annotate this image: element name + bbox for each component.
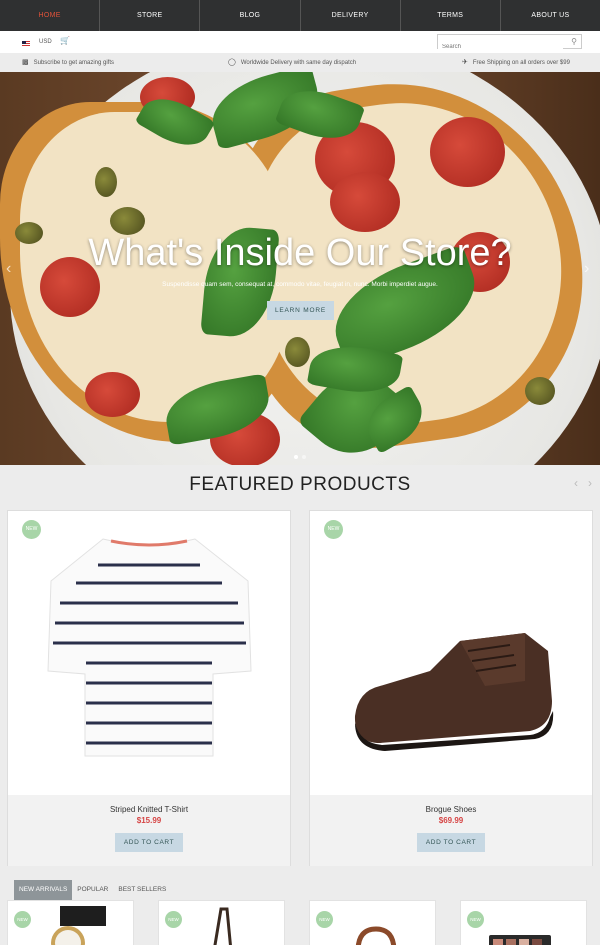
mini-product-card[interactable]: NEW bbox=[158, 900, 285, 945]
hero-subtitle: Suspendisse quam sem, consequat at, comm… bbox=[162, 281, 438, 288]
new-badge: NEW bbox=[14, 911, 31, 928]
featured-next-icon[interactable]: › bbox=[588, 476, 592, 490]
product-price: $69.99 bbox=[438, 816, 464, 825]
slider-prev-icon[interactable]: ‹ bbox=[6, 260, 11, 278]
search-icon[interactable]: ⚲ bbox=[571, 37, 577, 46]
add-to-cart-button[interactable]: ADD TO CART bbox=[417, 833, 485, 852]
new-badge: NEW bbox=[316, 911, 333, 928]
tab-best-sellers[interactable]: BEST SELLERS bbox=[113, 880, 171, 900]
product-name[interactable]: Striped Knitted T-Shirt bbox=[8, 805, 290, 814]
slider-dot[interactable] bbox=[302, 455, 306, 459]
product-image-shoes[interactable] bbox=[310, 511, 592, 795]
learn-more-button[interactable]: LEARN MORE bbox=[267, 301, 334, 320]
shipping-info: ✈ Free Shipping on all orders over $99 bbox=[462, 58, 570, 66]
tab-new-arrivals[interactable]: NEW ARRIVALS bbox=[14, 880, 73, 900]
cart-icon[interactable]: 🛒 bbox=[60, 36, 70, 45]
shipping-text: Free Shipping on all orders over $99 bbox=[472, 60, 570, 66]
tab-popular[interactable]: POPULAR bbox=[72, 880, 113, 900]
search-box: ⚲ bbox=[437, 34, 582, 54]
nav-delivery[interactable]: DELIVERY bbox=[301, 0, 401, 31]
product-footer: Striped Knitted T-Shirt $15.99 ADD TO CA… bbox=[8, 795, 290, 866]
delivery-info: ◯ Worldwide Delivery with same day dispat… bbox=[228, 58, 356, 66]
mini-product-card[interactable]: NEW bbox=[7, 900, 134, 945]
product-card[interactable]: NEW Brogue Shoes $69.99 ADD TO CART bbox=[309, 510, 593, 866]
delivery-text: Worldwide Delivery with same day dispatc… bbox=[240, 60, 357, 66]
product-footer: Brogue Shoes $69.99 ADD TO CART bbox=[310, 795, 592, 866]
new-badge: NEW bbox=[324, 520, 343, 539]
slider-dot-active[interactable] bbox=[294, 455, 298, 459]
hero-slider: What's Inside Our Store? Suspendisse qua… bbox=[0, 72, 600, 465]
plane-icon: ✈ bbox=[462, 59, 468, 66]
featured-products-title: FEATURED PRODUCTS bbox=[189, 474, 411, 495]
subscribe-info: ▩ Subscribe to get amazing gifts bbox=[22, 58, 114, 66]
lock-icon: ▩ bbox=[22, 59, 29, 66]
product-price: $15.99 bbox=[136, 816, 162, 825]
tshirt-image bbox=[47, 538, 252, 757]
nav-home[interactable]: HOME bbox=[0, 0, 101, 31]
product-card[interactable]: NEW Striped Knitted T-Shirt $15.99 ADD T… bbox=[7, 510, 291, 866]
new-badge: NEW bbox=[165, 911, 182, 928]
product-tabs: NEW ARRIVALS POPULAR BEST SELLERS bbox=[14, 880, 171, 900]
globe-icon: ◯ bbox=[228, 59, 236, 66]
new-badge: NEW bbox=[22, 520, 41, 539]
subscribe-text: Subscribe to get amazing gifts bbox=[33, 60, 115, 66]
hero-title: What's Inside Our Store? bbox=[88, 232, 512, 274]
top-nav: HOME STORE BLOG DELIVERY TERMS ABOUT US bbox=[0, 0, 600, 31]
add-to-cart-button[interactable]: ADD TO CART bbox=[115, 833, 183, 852]
nav-terms[interactable]: TERMS bbox=[401, 0, 501, 31]
shoe-image bbox=[354, 633, 554, 751]
nav-about-us[interactable]: ABOUT US bbox=[501, 0, 600, 31]
slider-next-icon[interactable]: › bbox=[584, 260, 589, 278]
nav-blog[interactable]: BLOG bbox=[200, 0, 301, 31]
mini-product-card[interactable]: NEW bbox=[309, 900, 436, 945]
utility-bar: USD 🛒 ⚲ bbox=[0, 31, 600, 54]
nav-store[interactable]: STORE bbox=[100, 0, 201, 31]
currency-selector[interactable]: USD bbox=[39, 39, 52, 45]
featured-prev-icon[interactable]: ‹ bbox=[574, 476, 578, 490]
us-flag-icon[interactable] bbox=[22, 41, 30, 46]
product-image-tshirt[interactable] bbox=[8, 511, 290, 795]
info-strip: ▩ Subscribe to get amazing gifts ◯ Worldwi… bbox=[0, 53, 600, 72]
search-input[interactable] bbox=[438, 40, 563, 54]
mini-product-card[interactable]: NEW bbox=[460, 900, 587, 945]
product-name[interactable]: Brogue Shoes bbox=[310, 805, 592, 814]
new-badge: NEW bbox=[467, 911, 484, 928]
